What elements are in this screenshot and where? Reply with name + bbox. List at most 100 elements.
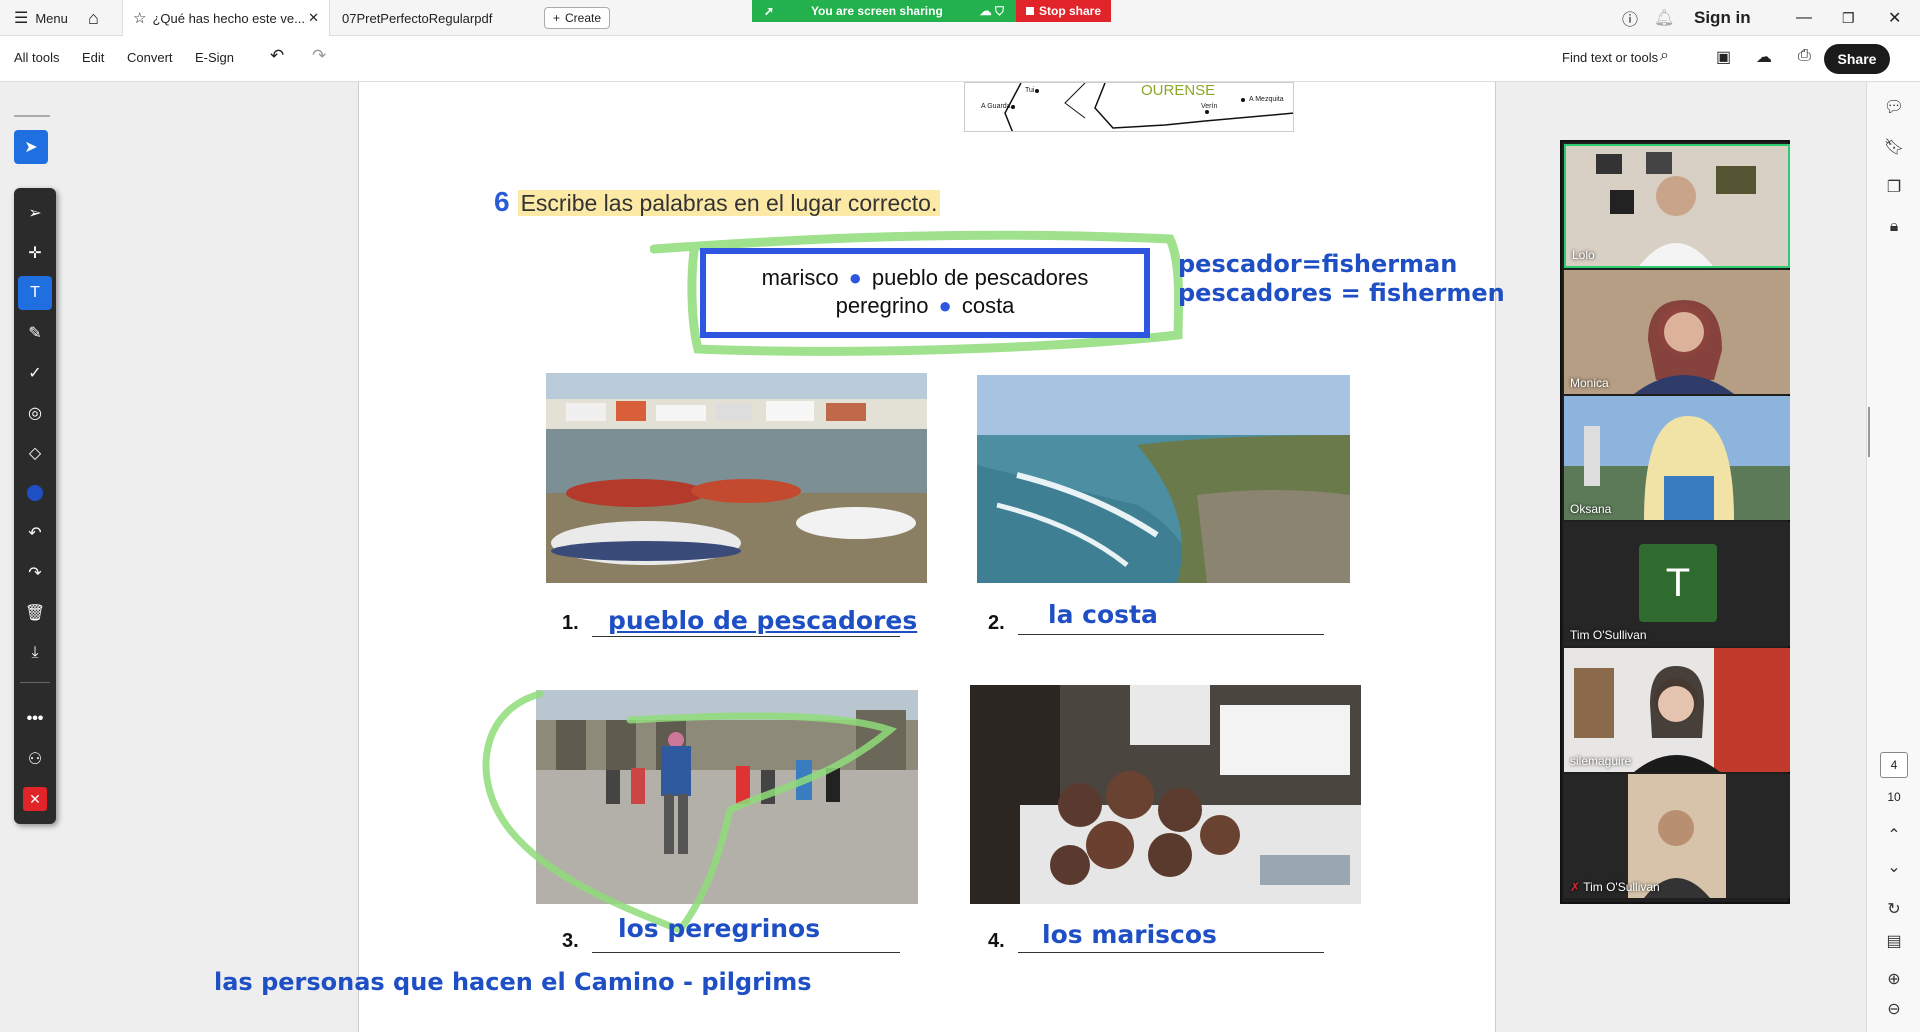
chevron-up-icon[interactable]: ⌃ [1883, 824, 1905, 846]
find-tools-field[interactable]: Find text or tools [1562, 50, 1658, 65]
photo-seafood [970, 685, 1361, 904]
participant-name: silemaguire [1570, 754, 1632, 768]
tab-active-document[interactable]: ☆ ¿Qué has hecho este ve... ✕ [122, 0, 330, 36]
share-button[interactable]: Share [1824, 44, 1890, 74]
close-annotation-icon[interactable]: ✕ [18, 782, 52, 816]
close-icon[interactable]: ✕ [308, 10, 319, 26]
menu-label: Menu [35, 10, 68, 26]
item-number: 1. [562, 612, 579, 634]
undo-icon[interactable]: ↶ [270, 46, 284, 66]
more-icon[interactable]: ••• [18, 702, 52, 736]
minimize-icon[interactable]: — [1796, 0, 1812, 36]
participant-name: Oksana [1570, 502, 1612, 516]
zoom-in-icon[interactable]: ⊕ [1883, 968, 1905, 990]
trash-icon[interactable]: 🗑︎ [18, 596, 52, 630]
color-picker-icon[interactable] [18, 476, 52, 510]
map-region-label: OURENSE [1141, 82, 1216, 99]
answer-text: la costa [1048, 600, 1158, 629]
exercise-instruction: Escribe las palabras en el lugar correct… [517, 190, 941, 216]
home-icon[interactable]: ⌂ [88, 0, 99, 36]
pages-icon[interactable]: ❐ [1883, 176, 1905, 198]
download-icon[interactable]: ⤓ [18, 636, 52, 670]
map-place-label: Verín [1201, 103, 1218, 110]
bullet-icon: ● [938, 293, 952, 318]
photo-fishing-village [546, 373, 927, 583]
participant-tile[interactable]: Monica [1564, 270, 1790, 394]
create-button[interactable]: + Create [544, 7, 611, 29]
rail-grip[interactable] [14, 115, 50, 117]
video-frame [1566, 146, 1788, 266]
chevron-down-icon[interactable]: ⌄ [1883, 856, 1905, 878]
eraser-icon[interactable]: ◇ [18, 436, 52, 470]
redo-icon[interactable]: ↷ [18, 556, 52, 590]
map-place-label: A Mezquita [1249, 96, 1284, 103]
edit-button[interactable]: Edit [82, 50, 104, 65]
user-settings-icon[interactable]: ⚇ [18, 742, 52, 776]
star-icon[interactable]: ☆ [133, 9, 146, 27]
menu-button[interactable]: ☰ Menu [14, 0, 68, 36]
restore-icon[interactable]: ❐ [1842, 0, 1855, 36]
help-icon[interactable]: ⓘ [1622, 0, 1638, 36]
text-tool-icon[interactable]: T [18, 276, 52, 310]
refresh-icon[interactable]: ↻ [1883, 898, 1905, 920]
map-fragment: OURENSE A Guarda Tui Verín A Mezquita [964, 82, 1294, 132]
redo-icon[interactable]: ↷ [312, 46, 326, 66]
answer-line [592, 952, 900, 953]
answer-line [1018, 952, 1324, 953]
participant-tile[interactable]: Lolo [1564, 144, 1790, 268]
answer-line [1018, 634, 1324, 635]
word-bank-line: marisco ● pueblo de pescadores [761, 265, 1089, 290]
participant-tile[interactable]: Oksana [1564, 396, 1790, 520]
page-fit-icon[interactable]: ▤ [1883, 930, 1905, 952]
tab-title: ¿Qué has hecho este ve... [152, 10, 305, 26]
participant-tile[interactable]: silemaguire [1564, 648, 1790, 772]
bookmark-icon[interactable]: 🔖︎ [1883, 136, 1905, 158]
tab-bar: ☰ Menu ⌂ ☆ ¿Qué has hecho este ve... ✕ 0… [0, 0, 1920, 36]
bell-icon[interactable]: 🔔︎ [1654, 0, 1674, 36]
map-place-label: A Guarda [981, 103, 1011, 110]
participant-tile[interactable]: ✗ Tim O'Sullivan [1564, 774, 1790, 898]
hamburger-icon: ☰ [14, 10, 29, 27]
participant-tile[interactable]: T Tim O'Sullivan [1564, 522, 1790, 646]
print-icon[interactable]: ⎙ [1798, 47, 1811, 65]
tab-title: 07PretPerfectoRegularpdf [342, 10, 493, 26]
search-icon[interactable]: ⌕ [1660, 47, 1669, 65]
item-number: 3. [562, 930, 579, 952]
arrow-select-icon[interactable]: ➢ [18, 196, 52, 230]
muted-mic-icon: ✗ [1570, 880, 1581, 894]
sign-in-button[interactable]: Sign in [1694, 0, 1751, 36]
share-arrow-icon: ➚ [764, 4, 775, 18]
scrollbar[interactable] [1868, 407, 1870, 457]
move-icon[interactable]: ✛ [18, 236, 52, 270]
page-number-input[interactable]: 4 [1880, 752, 1908, 778]
plus-icon: + [553, 11, 561, 25]
comment-icon[interactable]: 💬︎ [1883, 96, 1905, 118]
convert-button[interactable]: Convert [127, 50, 173, 65]
map-place-label: Tui [1025, 87, 1035, 94]
answer-text: pueblo de pescadores [608, 606, 918, 635]
zoom-out-icon[interactable]: ⊖ [1883, 998, 1905, 1020]
all-tools-button[interactable]: All tools [14, 50, 60, 65]
undo-icon[interactable]: ↶ [18, 516, 52, 550]
pen-icon[interactable]: ✎ [18, 316, 52, 350]
photo-coast [977, 375, 1350, 583]
cloud-upload-icon[interactable]: ☁ [1756, 47, 1772, 67]
screen-share-status: ➚ You are screen sharing ☁ ⛉ [752, 0, 1016, 22]
checkmark-icon[interactable]: ✓ [18, 356, 52, 390]
vocab-note: pescador=fisherman pescadores = fisherme… [1178, 250, 1505, 307]
stop-share-button[interactable]: Stop share [1016, 0, 1112, 22]
save-icon[interactable]: ▣ [1716, 47, 1731, 67]
lock-icon[interactable]: 🔒︎ [1883, 216, 1905, 238]
window-close-icon[interactable]: ✕ [1888, 0, 1901, 36]
participant-name: ✗ Tim O'Sullivan [1570, 880, 1660, 894]
right-side-rail: 💬︎ 🔖︎ ❐ 🔒︎ 4 10 ⌃ ⌄ ↻ ▤ ⊕ ⊖ [1866, 82, 1920, 1032]
tab-second-document[interactable]: 07PretPerfectoRegularpdf [342, 0, 492, 36]
word-bank-line: peregrino ● costa [835, 293, 1015, 318]
word-bank-box: marisco ● pueblo de pescadores peregrino ● c… [700, 248, 1150, 338]
bullet-icon: ● [848, 265, 862, 290]
answer-line [592, 636, 900, 637]
shield-icon: ☁ ⛉ [979, 3, 1004, 18]
esign-button[interactable]: E-Sign [195, 50, 234, 65]
select-tool-icon[interactable]: ➤ [14, 130, 48, 164]
stamp-icon[interactable]: ◎ [18, 396, 52, 430]
